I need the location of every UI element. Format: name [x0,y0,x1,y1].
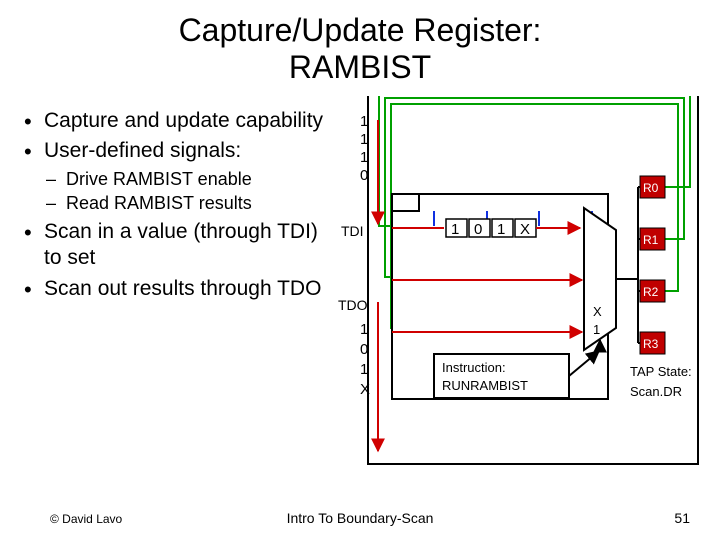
scan-bit-1: 0 [360,341,368,358]
scan-bit-0: 1 [360,321,368,338]
scan-bit-2: 1 [360,361,368,378]
bullet-3: Scan in a value (through TDI) to set [22,219,335,272]
register-stack: R0 R1 R2 R3 [640,176,665,354]
scan-bit-3: X [360,381,370,398]
reg-r0: R0 [643,181,659,195]
top-bit-1: 1 [360,131,368,148]
bullet-1: Capture and update capability [22,108,335,134]
instruction-label: Instruction: [442,360,506,375]
top-bit-2: 1 [360,149,368,166]
footer-title: Intro To Boundary-Scan [0,510,720,526]
bullet-2: User-defined signals: Drive RAMBIST enab… [22,138,335,215]
tdi-cell-2: 1 [497,221,505,238]
reg-r3: R3 [643,337,659,351]
tdi-cell-1: 0 [474,221,482,238]
tdi-cell-3: X [520,221,530,238]
tap-value: Scan.DR [630,384,682,399]
tdi-label: TDI [341,223,364,239]
title-line1: Capture/Update Register: [179,12,542,48]
diagram: 1 1 1 0 TDI TDO 1 0 1 X 1 0 1 X X 1 Inst… [338,96,718,476]
tap-label: TAP State: [630,364,692,379]
reg-r2: R2 [643,285,659,299]
bullet-list: Capture and update capability User-defin… [0,108,335,306]
bullet-2b: Read RAMBIST results [44,191,335,215]
reg-r1: R1 [643,233,659,247]
tdi-bit-cells: 1 0 1 X [446,219,536,238]
footer-pagenum: 51 [674,510,690,526]
mux-sel-1: 1 [593,322,600,337]
slide-title: Capture/Update Register: RAMBIST [0,0,720,94]
top-bit-0: 1 [360,113,368,130]
instruction-value: RUNRAMBIST [442,378,528,393]
top-bit-3: 0 [360,167,368,184]
bullet-4: Scan out results through TDO [22,276,335,302]
tdi-cell-0: 1 [451,221,459,238]
mux-sel-0: X [593,304,602,319]
title-line2: RAMBIST [289,49,431,85]
tdo-label: TDO [338,297,368,313]
bullet-2a: Drive RAMBIST enable [44,167,335,191]
